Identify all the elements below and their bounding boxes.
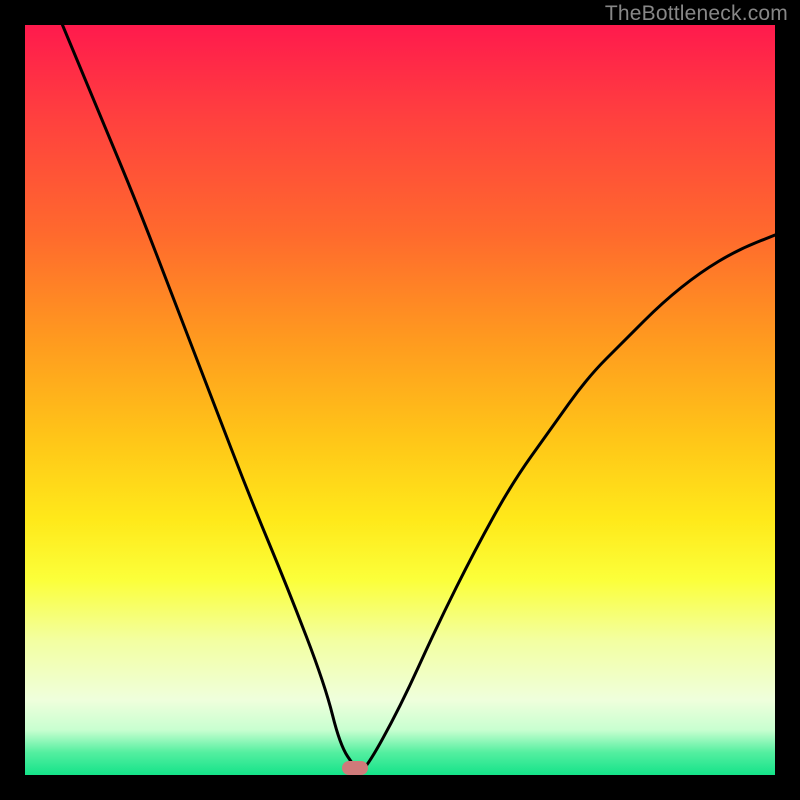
optimum-marker bbox=[342, 761, 368, 775]
bottleneck-curve bbox=[63, 25, 776, 772]
chart-frame: TheBottleneck.com bbox=[0, 0, 800, 800]
plot-area bbox=[25, 25, 775, 775]
watermark-text: TheBottleneck.com bbox=[605, 2, 788, 26]
curve-svg bbox=[25, 25, 775, 775]
